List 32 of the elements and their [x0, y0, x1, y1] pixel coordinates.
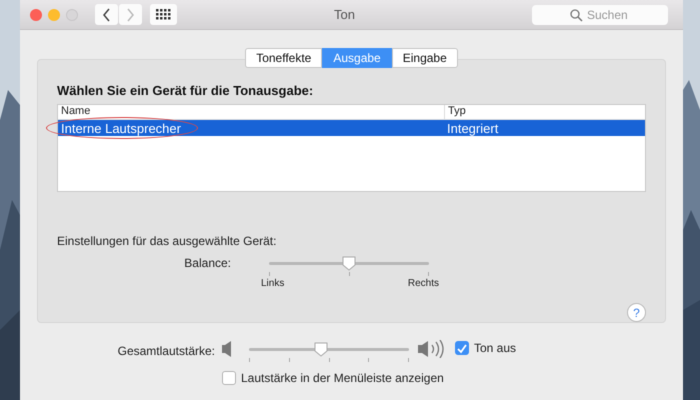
slider-thumb[interactable] — [342, 256, 356, 271]
chevron-right-icon — [126, 8, 135, 22]
search-field[interactable]: Suchen — [532, 4, 668, 24]
back-button[interactable] — [95, 4, 118, 25]
column-header[interactable]: Name — [58, 105, 444, 119]
field-label: Balance: — [183, 255, 231, 272]
scale-label: Rechts — [408, 278, 439, 289]
help-button[interactable]: ? — [627, 303, 646, 322]
minimize-button[interactable] — [48, 8, 60, 20]
checkbox[interactable] — [222, 371, 236, 385]
tab[interactable]: Eingabe — [392, 48, 458, 68]
close-button[interactable] — [30, 8, 42, 20]
checkbox-label: Lautstärke in der Menüleiste anzeigen — [241, 371, 444, 385]
speaker-loud-icon — [418, 340, 446, 358]
table-cell: Interne Lautsprecher — [58, 120, 444, 136]
window-title: Ton — [333, 7, 356, 22]
chevron-left-icon — [102, 8, 111, 22]
column-header[interactable]: Typ — [444, 105, 466, 119]
tab[interactable]: Toneffekte — [245, 48, 322, 68]
slider-thumb[interactable] — [314, 342, 328, 357]
show-all-button[interactable] — [150, 4, 177, 25]
speaker-icon — [222, 341, 232, 357]
checkbox-label: Ton aus — [474, 341, 516, 355]
checkbox[interactable] — [455, 341, 469, 355]
scale-label: Links — [261, 278, 284, 289]
table-cell-text: Integriert — [446, 120, 498, 136]
section-heading: Wählen Sie ein Gerät für die Tonausgabe: — [57, 83, 314, 98]
grid-icon — [156, 9, 171, 20]
section-label: Einstellungen für das ausgewählte Gerät: — [57, 234, 278, 248]
field-label: Gesamtlautstärke: — [116, 343, 215, 358]
checkmark-icon — [456, 342, 468, 354]
zoom-button[interactable] — [66, 8, 78, 20]
